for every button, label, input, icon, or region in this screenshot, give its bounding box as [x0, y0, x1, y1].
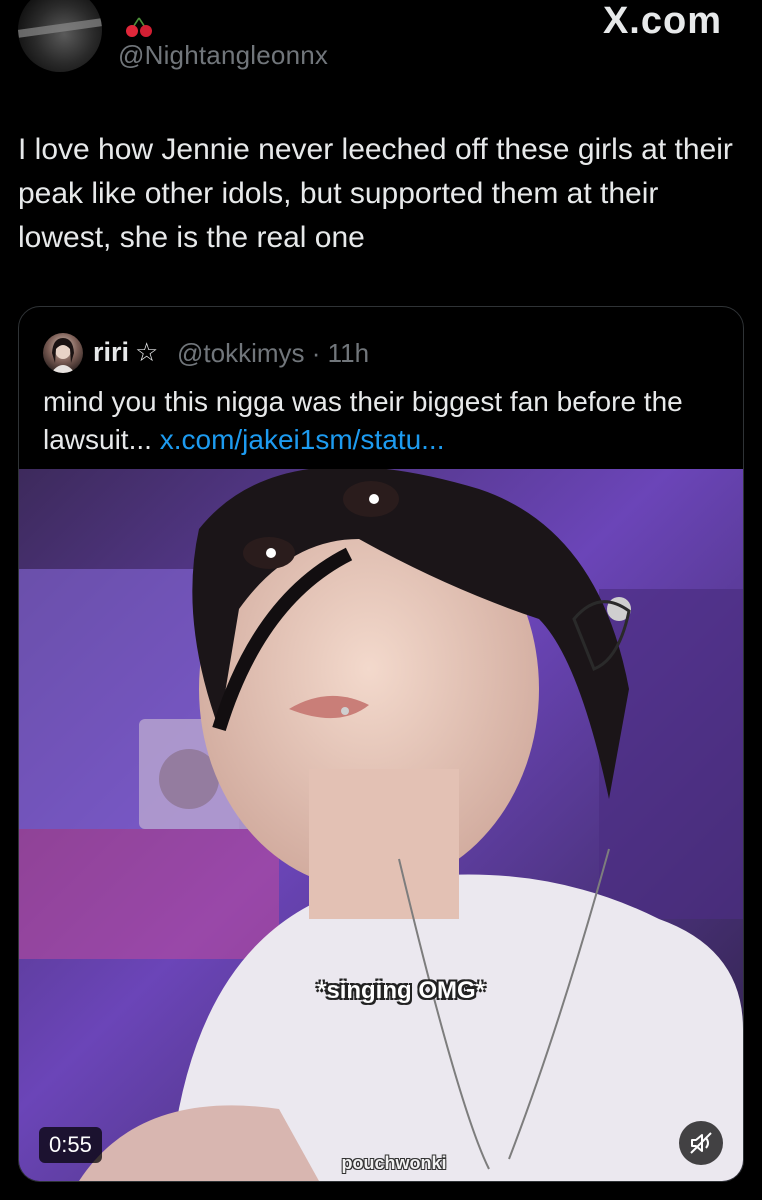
video-frame — [19, 469, 743, 1181]
quoted-author-name[interactable]: riri — [93, 337, 129, 368]
quoted-author-meta[interactable]: @tokkimys · 11h — [177, 338, 369, 369]
quoted-timestamp: 11h — [327, 338, 370, 368]
avatar-band — [18, 18, 102, 38]
cherries-icon — [126, 17, 152, 37]
video-caption: *singing OMG* — [317, 977, 485, 1004]
quoted-author-handle: @tokkimys — [177, 338, 305, 368]
video-watermark: pouchwonki — [341, 1153, 447, 1173]
author-handle[interactable]: @Nightangleonnx — [118, 40, 328, 71]
video-player[interactable]: *singing OMG* pouchwonki 0:55 — [19, 469, 743, 1181]
quoted-tweet-text: mind you this nigga was their biggest fa… — [43, 383, 733, 459]
tweet-text: I love how Jennie never leeched off thes… — [18, 133, 733, 254]
mute-button[interactable] — [679, 1121, 723, 1165]
quoted-tweet-card[interactable]: riri ☆ @tokkimys · 11h mind you this nig… — [18, 306, 744, 1182]
profile-avatar[interactable] — [18, 0, 102, 72]
site-label: X.com — [602, 4, 722, 38]
quoted-author-avatar[interactable] — [43, 333, 83, 373]
star-outline-icon: ☆ — [135, 337, 159, 367]
meta-separator: · — [311, 338, 321, 368]
quoted-avatar-art — [51, 338, 75, 373]
speaker-muted-icon — [690, 1132, 712, 1154]
video-duration: 0:55 — [39, 1127, 102, 1163]
quoted-link[interactable]: x.com/jakei1sm/statu... — [160, 424, 445, 455]
